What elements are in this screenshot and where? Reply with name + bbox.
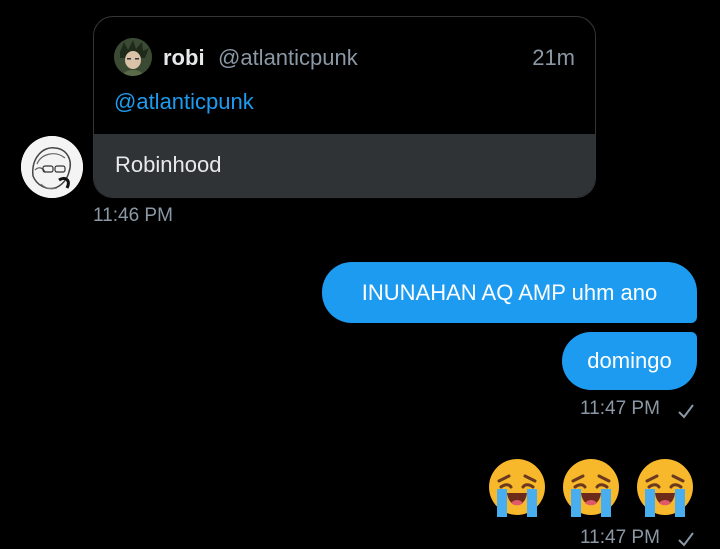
outgoing-timestamp: 11:47 PM: [580, 398, 660, 419]
quoted-author-avatar: [114, 38, 152, 76]
quoted-tweet-mention-link[interactable]: @atlanticpunk: [114, 89, 254, 115]
quoted-tweet-time: 21m: [532, 45, 575, 70]
outgoing-emoji-message[interactable]: [485, 455, 697, 521]
outgoing-message-text: domingo: [587, 348, 672, 373]
outgoing-message-bubble[interactable]: INUNAHAN AQ AMP uhm ano: [322, 262, 697, 323]
incoming-message-text: Robinhood: [115, 152, 222, 177]
sender-avatar[interactable]: [21, 136, 83, 198]
check-icon: [678, 532, 694, 547]
quoted-author-handle[interactable]: @atlanticpunk: [218, 45, 358, 71]
outgoing-message-bubble[interactable]: domingo: [562, 332, 697, 390]
quoted-author-name[interactable]: robi: [163, 45, 205, 71]
quoted-tweet-card[interactable]: robi @atlanticpunk 21m @atlanticpunk Rob…: [93, 16, 596, 198]
quoted-tweet-header: robi @atlanticpunk 21m: [114, 38, 575, 76]
check-icon: [678, 404, 694, 419]
loudly-crying-face-icon: [563, 459, 619, 517]
incoming-timestamp: 11:46 PM: [93, 205, 173, 226]
loudly-crying-face-icon: [489, 459, 545, 517]
incoming-message-bubble[interactable]: Robinhood: [94, 134, 595, 197]
outgoing-message-text: INUNAHAN AQ AMP uhm ano: [361, 279, 658, 305]
outgoing-emoji-timestamp: 11:47 PM: [580, 527, 660, 548]
sender-avatar-image: [21, 136, 83, 198]
quoted-author-avatar-image: [114, 38, 152, 76]
loudly-crying-face-icon: [637, 459, 693, 517]
